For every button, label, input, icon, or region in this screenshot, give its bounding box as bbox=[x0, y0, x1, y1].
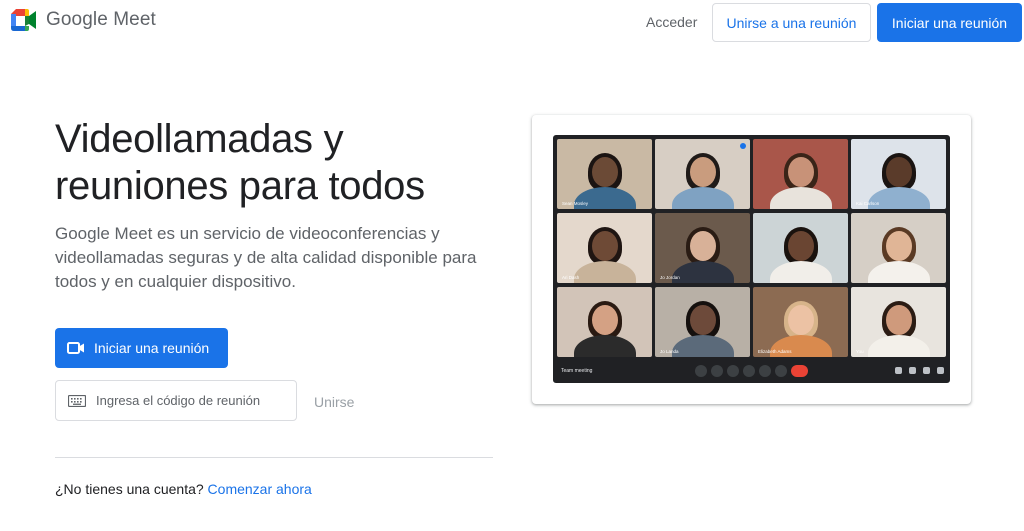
call-controls bbox=[695, 365, 808, 377]
account-question: ¿No tienes una cuenta? bbox=[55, 481, 204, 497]
participant-tile: Jo Jordan bbox=[655, 213, 750, 283]
title-line-2: reuniones para todos bbox=[55, 164, 425, 208]
participant-name: Jo Landa bbox=[660, 349, 679, 354]
meeting-preview-card: Sean Mosley Kai Carlson Ari Dash Jo Jordan J… bbox=[532, 115, 971, 404]
camera-icon bbox=[711, 365, 723, 377]
start-meeting-header-button[interactable]: Iniciar una reunión bbox=[877, 3, 1022, 42]
info-icon bbox=[895, 367, 902, 374]
participant-tile bbox=[851, 213, 946, 283]
microphone-icon bbox=[695, 365, 707, 377]
page-title: Videollamadas y reuniones para todos bbox=[55, 116, 515, 210]
top-bar: Google Meet Acceder Unirse a una reunión… bbox=[0, 0, 1024, 44]
brand-name: Google Meet bbox=[46, 9, 156, 30]
side-controls bbox=[895, 367, 944, 374]
meet-logo-icon bbox=[11, 9, 36, 31]
get-started-link[interactable]: Comenzar ahora bbox=[208, 481, 312, 497]
divider bbox=[55, 457, 493, 458]
participant-tile: Sean Mosley bbox=[557, 139, 652, 209]
more-options-icon bbox=[775, 365, 787, 377]
participant-name: Jo Jordan bbox=[660, 275, 680, 280]
account-prompt: ¿No tienes una cuenta? Comenzar ahora bbox=[55, 481, 312, 497]
join-meeting-button[interactable]: Unirse a una reunión bbox=[712, 3, 871, 42]
participant-tile: You bbox=[851, 287, 946, 357]
meeting-code-input[interactable] bbox=[96, 393, 286, 408]
people-icon bbox=[909, 367, 916, 374]
video-camera-icon bbox=[67, 342, 84, 354]
participant-tile bbox=[557, 287, 652, 357]
meeting-code-field[interactable] bbox=[55, 380, 297, 421]
google-meet-logo[interactable]: Google Meet bbox=[11, 9, 156, 31]
participant-tile bbox=[753, 213, 848, 283]
participant-grid: Sean Mosley Kai Carlson Ari Dash Jo Jordan J… bbox=[557, 139, 946, 357]
present-icon bbox=[759, 365, 771, 377]
sign-in-link[interactable]: Acceder bbox=[646, 14, 697, 30]
start-meeting-label: Iniciar una reunión bbox=[94, 340, 210, 356]
meeting-toolbar: Team meeting bbox=[553, 359, 950, 383]
participant-tile: Jo Landa bbox=[655, 287, 750, 357]
captions-icon bbox=[727, 365, 739, 377]
raise-hand-icon bbox=[743, 365, 755, 377]
participant-name: Ari Dash bbox=[562, 275, 580, 280]
end-call-icon bbox=[791, 365, 808, 377]
activities-icon bbox=[937, 367, 944, 374]
participant-name: You bbox=[856, 349, 864, 354]
participant-name: Kai Carlson bbox=[856, 201, 880, 206]
participant-tile: Elizabeth Adams bbox=[753, 287, 848, 357]
page-subtitle: Google Meet es un servicio de videoconfe… bbox=[55, 224, 477, 291]
participant-name: Elizabeth Adams bbox=[758, 349, 792, 354]
start-meeting-button[interactable]: Iniciar una reunión bbox=[55, 328, 228, 368]
title-line-1: Videollamadas y bbox=[55, 117, 344, 161]
chat-icon bbox=[923, 367, 930, 374]
meeting-preview-screen: Sean Mosley Kai Carlson Ari Dash Jo Jordan J… bbox=[553, 135, 950, 383]
participant-tile: Ari Dash bbox=[557, 213, 652, 283]
participant-tile bbox=[655, 139, 750, 209]
pinned-indicator-icon bbox=[740, 143, 746, 149]
keyboard-icon bbox=[68, 394, 86, 407]
join-link[interactable]: Unirse bbox=[314, 394, 354, 410]
participant-name: Sean Mosley bbox=[562, 201, 589, 206]
participant-tile: Kai Carlson bbox=[851, 139, 946, 209]
participant-tile bbox=[753, 139, 848, 209]
meeting-name: Team meeting bbox=[561, 368, 593, 374]
